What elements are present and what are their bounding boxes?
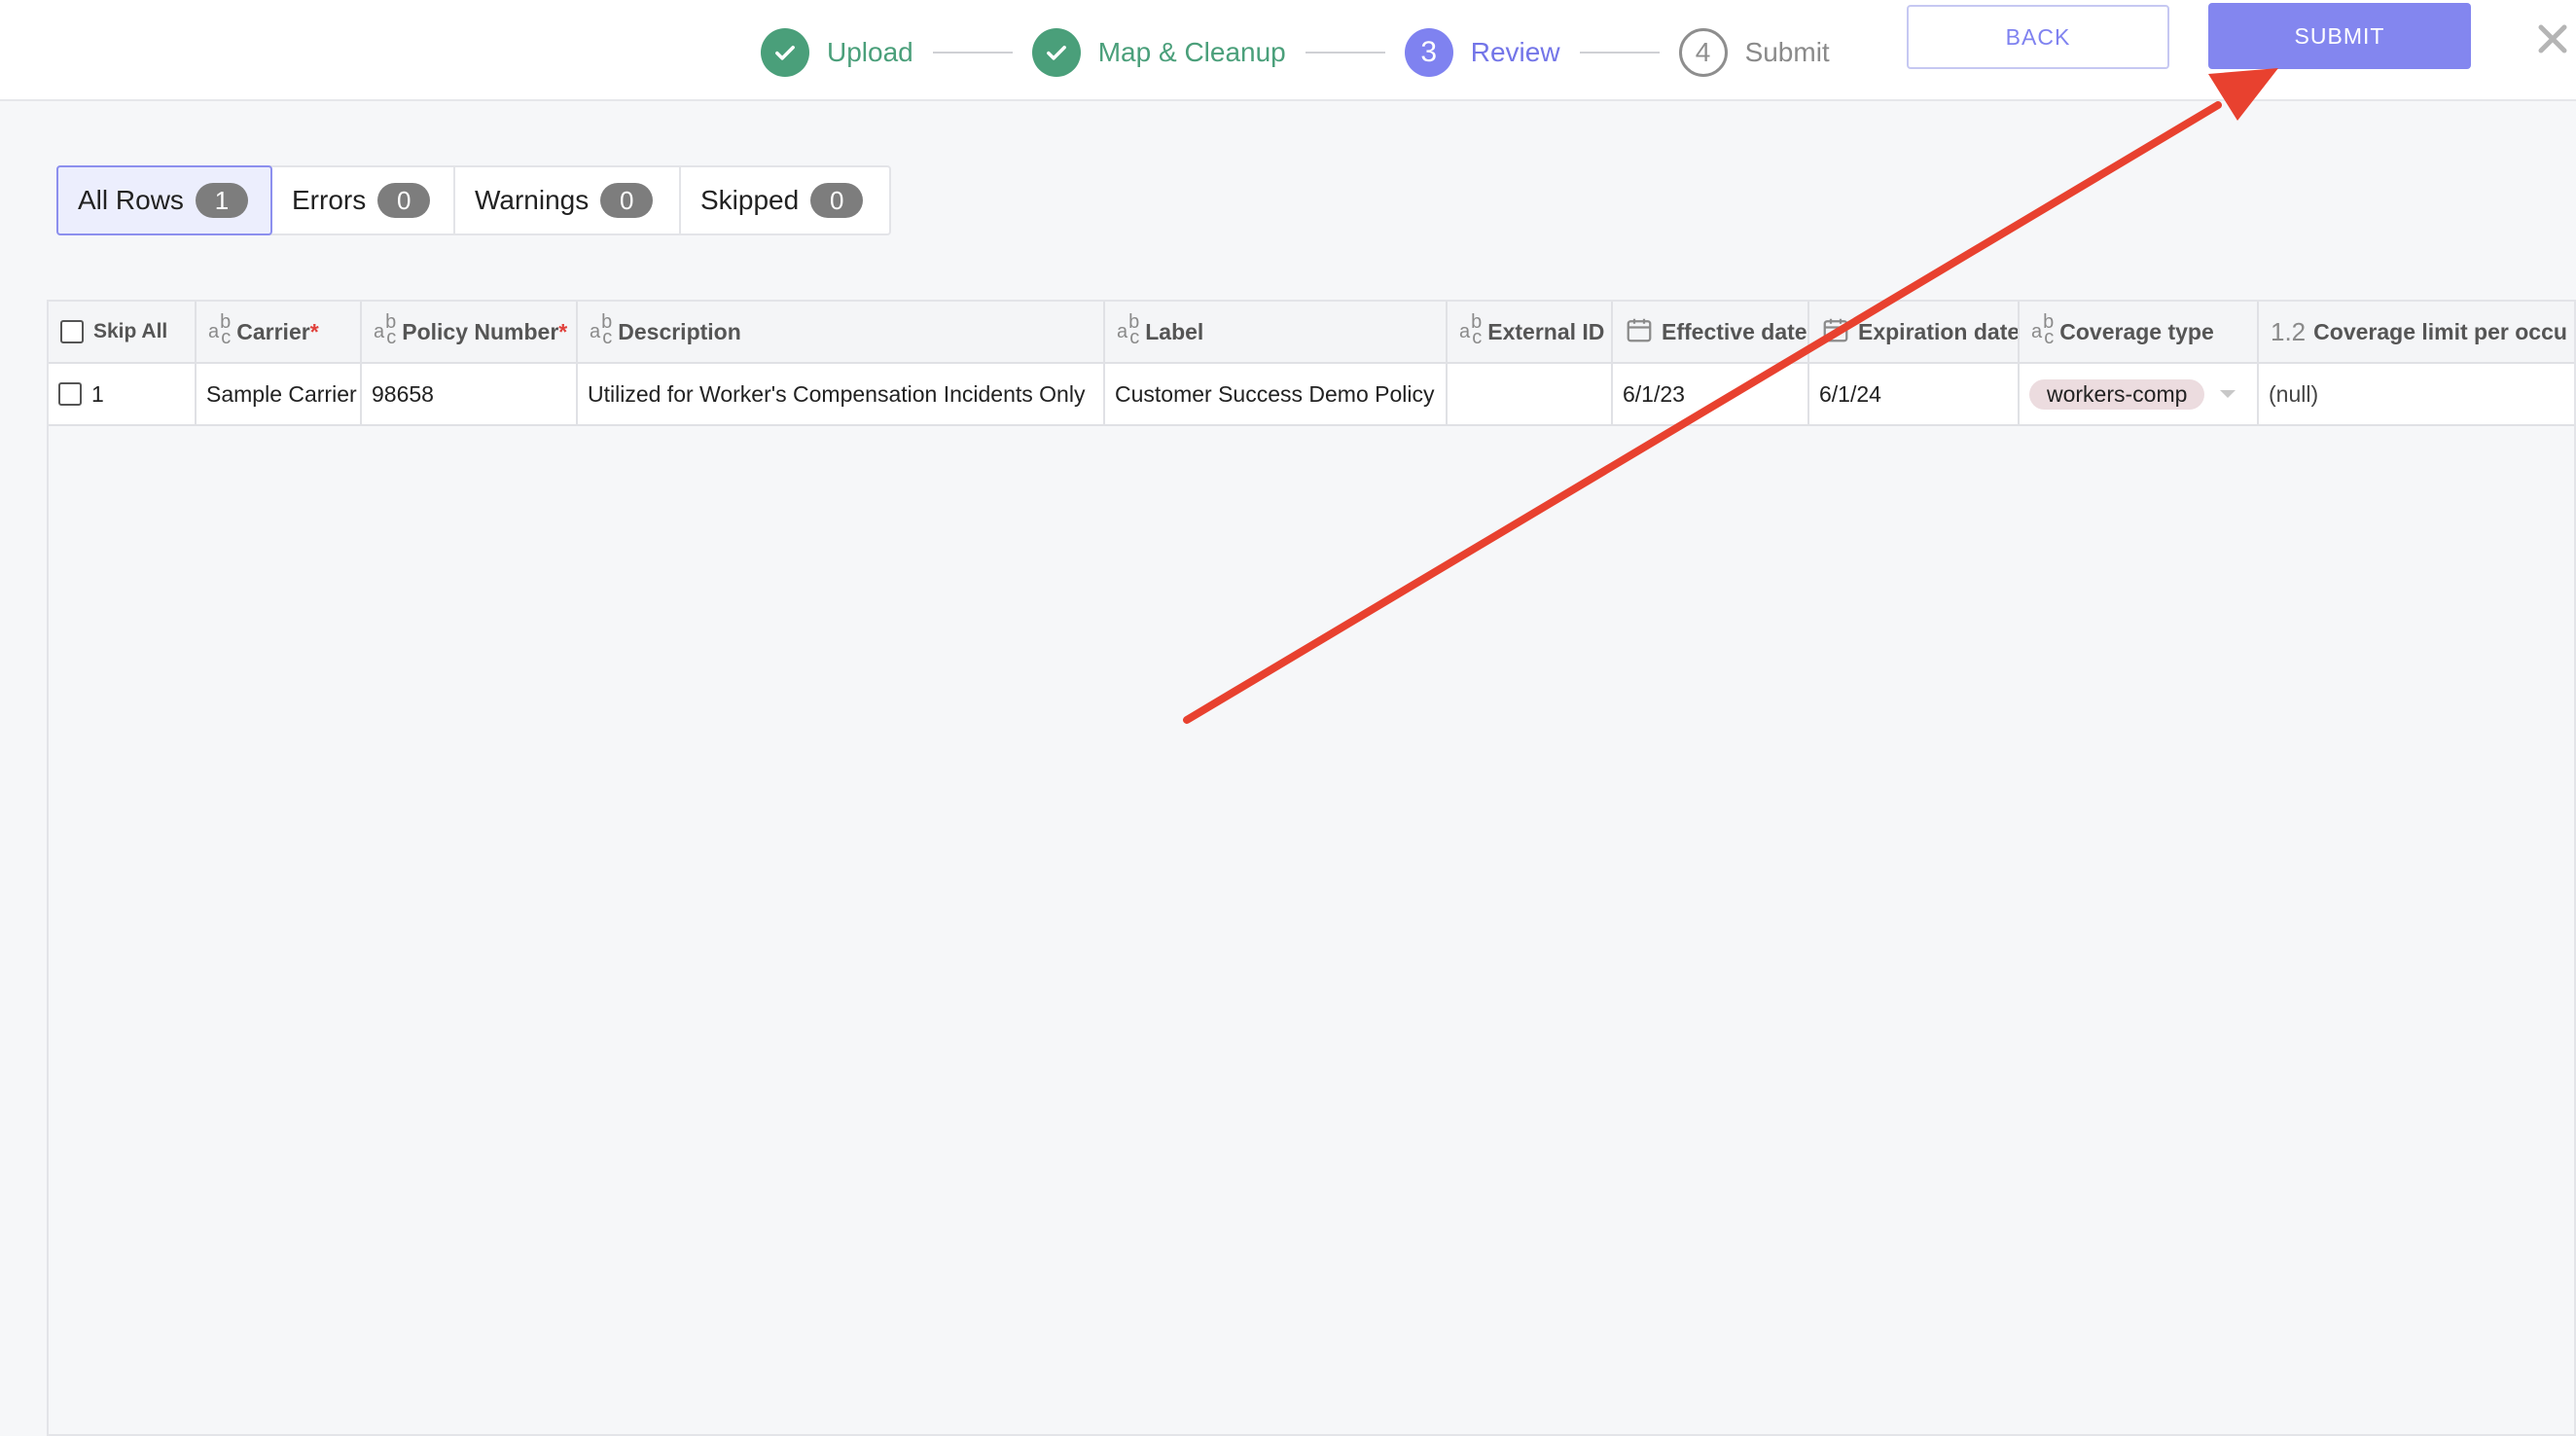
cell-policy-number[interactable]: 98658 <box>362 364 578 424</box>
column-header-policy-number[interactable]: abc Policy Number * <box>362 302 578 362</box>
cell-effective-date[interactable]: 6/1/23 <box>1613 364 1809 424</box>
step-label: Map & Cleanup <box>1097 37 1286 67</box>
text-type-icon: abc <box>208 310 232 348</box>
table-row[interactable]: 1 Sample Carrier 98658 Utilized for Work… <box>49 364 2574 426</box>
cell-label[interactable]: Customer Success Demo Policy <box>1105 364 1448 424</box>
filter-label: All Rows <box>78 185 184 215</box>
column-label: Label <box>1145 318 1204 344</box>
column-label: Description <box>618 318 741 344</box>
row-select-cell: 1 <box>49 364 197 424</box>
column-label: Coverage limit per occu <box>2313 318 2567 344</box>
step-connector <box>1579 52 1660 54</box>
count-badge: 0 <box>810 183 864 218</box>
column-label: Expiration date <box>1858 318 2020 344</box>
text-type-icon: abc <box>1117 310 1140 348</box>
check-circle-icon <box>761 28 809 77</box>
filter-label: Errors <box>292 185 367 215</box>
check-circle-icon <box>1031 28 1081 77</box>
step-submit: 4 Submit <box>1678 28 1830 77</box>
filter-skipped[interactable]: Skipped 0 <box>681 167 889 233</box>
skip-all-checkbox[interactable] <box>60 320 84 343</box>
column-label: External ID <box>1487 318 1605 344</box>
skip-all-header: Skip All <box>49 302 197 362</box>
cell-description[interactable]: Utilized for Worker's Compensation Incid… <box>578 364 1105 424</box>
step-upload: Upload <box>761 28 913 77</box>
step-label: Upload <box>827 37 913 67</box>
column-header-external-id[interactable]: abc External ID <box>1448 302 1613 362</box>
row-filter-tabs: All Rows 1 Errors 0 Warnings 0 Skipped 0 <box>56 165 891 235</box>
filter-errors[interactable]: Errors 0 <box>272 167 455 233</box>
step-map-cleanup: Map & Cleanup <box>1031 28 1286 77</box>
text-type-icon: abc <box>590 310 613 348</box>
step-connector <box>1305 52 1385 54</box>
row-number: 1 <box>91 380 104 407</box>
step-number: 4 <box>1678 28 1728 77</box>
column-header-expiration-date[interactable]: Expiration date <box>1809 302 2020 362</box>
number-type-icon: 1.2 <box>2271 317 2307 346</box>
column-header-coverage-type[interactable]: abc Coverage type <box>2020 302 2259 362</box>
text-type-icon: abc <box>1459 310 1483 348</box>
column-header-label[interactable]: abc Label <box>1105 302 1448 362</box>
step-review: 3 Review <box>1404 28 1560 77</box>
importer-header: Upload Map & Cleanup 3 Review 4 Submit B… <box>0 0 2576 101</box>
column-label: Carrier <box>236 318 310 344</box>
calendar-icon <box>1821 315 1850 348</box>
count-badge: 0 <box>377 183 431 218</box>
filter-label: Skipped <box>700 185 800 215</box>
close-icon[interactable] <box>2535 21 2570 56</box>
cell-expiration-date[interactable]: 6/1/24 <box>1809 364 2020 424</box>
chevron-down-icon[interactable] <box>2220 390 2236 398</box>
cell-coverage-limit[interactable]: (null) <box>2259 364 2574 424</box>
submit-button[interactable]: SUBMIT <box>2208 3 2471 69</box>
column-header-description[interactable]: abc Description <box>578 302 1105 362</box>
count-badge: 1 <box>195 183 248 218</box>
step-connector <box>932 52 1013 54</box>
column-header-coverage-limit[interactable]: 1.2 Coverage limit per occu <box>2259 302 2574 362</box>
coverage-type-tag: workers-comp <box>2029 378 2205 410</box>
cell-external-id[interactable] <box>1448 364 1613 424</box>
step-label: Review <box>1470 37 1560 67</box>
count-badge: 0 <box>600 183 654 218</box>
back-button[interactable]: BACK <box>1907 5 2169 69</box>
filter-all-rows[interactable]: All Rows 1 <box>56 165 272 235</box>
step-number: 3 <box>1404 28 1453 77</box>
filter-warnings[interactable]: Warnings 0 <box>455 167 681 233</box>
required-marker: * <box>309 318 319 344</box>
text-type-icon: abc <box>374 310 397 348</box>
required-marker: * <box>558 318 568 344</box>
cell-coverage-type[interactable]: workers-comp <box>2020 364 2259 424</box>
skip-all-label: Skip All <box>93 320 168 342</box>
filter-label: Warnings <box>475 185 590 215</box>
column-label: Coverage type <box>2059 318 2214 344</box>
step-indicator: Upload Map & Cleanup 3 Review 4 Submit <box>761 27 1830 78</box>
row-skip-checkbox[interactable] <box>58 382 82 406</box>
column-header-effective-date[interactable]: Effective date <box>1613 302 1809 362</box>
column-label: Effective date <box>1662 318 1807 344</box>
text-type-icon: abc <box>2031 310 2055 348</box>
column-header-carrier[interactable]: abc Carrier * <box>197 302 362 362</box>
step-label: Submit <box>1744 37 1830 67</box>
table-header-row: Skip All abc Carrier * abc Policy Number *… <box>49 302 2574 364</box>
review-table: Skip All abc Carrier * abc Policy Number *… <box>47 300 2576 1436</box>
calendar-icon <box>1625 315 1654 348</box>
cell-carrier[interactable]: Sample Carrier <box>197 364 362 424</box>
column-label: Policy Number <box>402 318 559 344</box>
